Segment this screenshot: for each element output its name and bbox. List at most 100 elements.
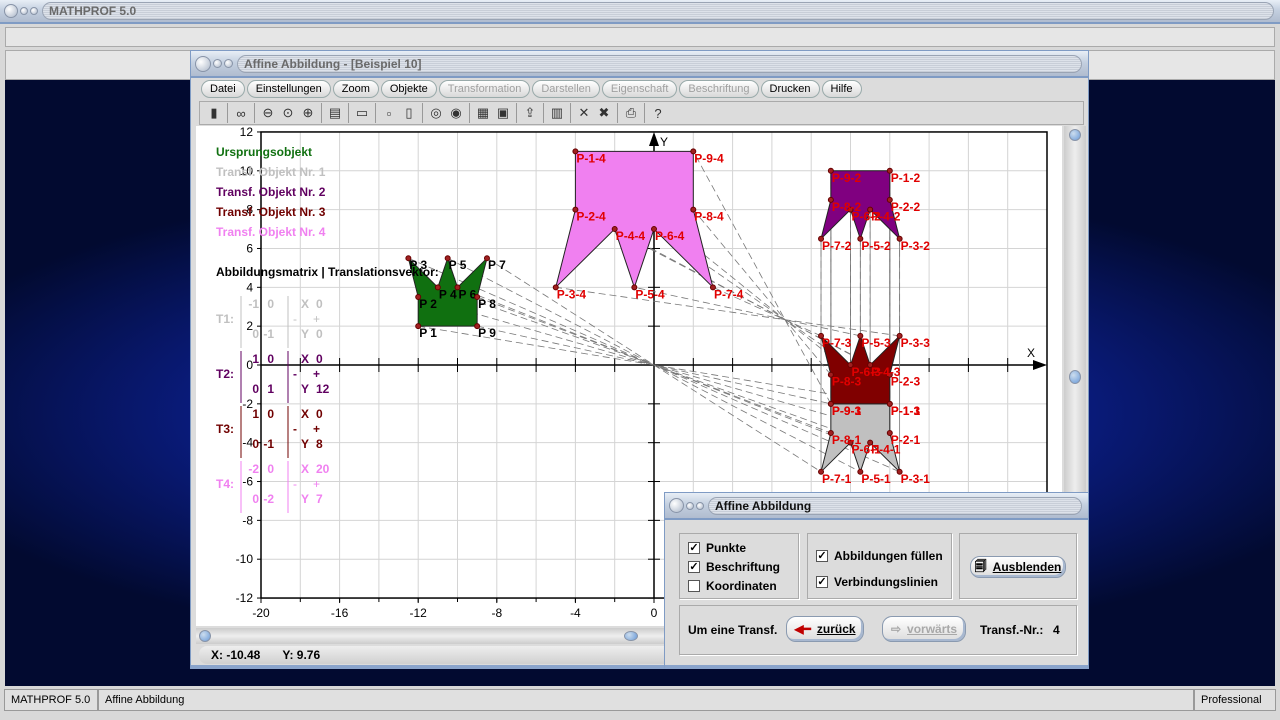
print-icon[interactable]: ⎙: [621, 103, 641, 123]
toolbar-separator: [469, 103, 470, 123]
point-label: P-7-3: [822, 336, 852, 350]
hide-button[interactable]: 🗐 Ausblenden: [970, 556, 1066, 578]
checkbox-box[interactable]: ✓: [688, 560, 700, 573]
point-label: P-5-4: [635, 287, 665, 301]
point-label: P-8-2: [832, 200, 862, 214]
matrix-entry: 0: [267, 297, 274, 311]
plus-sign: +: [313, 477, 320, 491]
vector-label: X: [301, 462, 309, 476]
plus-sign: +: [313, 422, 320, 436]
point-icon[interactable]: ▫: [379, 103, 399, 123]
x-tick-label: 0: [651, 606, 658, 620]
checkbox-box[interactable]: ✓: [688, 541, 700, 554]
x-tick-label: -8: [491, 606, 502, 620]
vector-entry: 0: [316, 407, 323, 421]
checkbox-koordinaten[interactable]: Koordinaten: [688, 576, 798, 595]
vector-label: Y: [301, 327, 309, 341]
forward-button[interactable]: ⇨ vorwärts: [882, 616, 966, 642]
hide-group: 🗐 Ausblenden: [959, 533, 1077, 599]
checkbox-beschriftung[interactable]: ✓ Beschriftung: [688, 557, 798, 576]
legend-entry: Transf. Objekt Nr. 4: [216, 225, 326, 239]
menu-drucken[interactable]: Drucken: [760, 80, 820, 98]
minus-sign: -: [293, 312, 297, 326]
status-bar: MATHPROF 5.0 Affine Abbildung Profession…: [0, 688, 1280, 714]
transf-nr-value: 4: [1053, 623, 1060, 637]
point-label: P-2-4: [576, 210, 606, 224]
point-label: P-8-1: [832, 433, 862, 447]
checkbox-abbildungen-füllen[interactable]: ✓ Abbildungen füllen: [816, 543, 951, 569]
checkbox-box[interactable]: ✓: [816, 576, 828, 588]
horizontal-scroll-thumb[interactable]: [624, 631, 638, 641]
delete-all-icon[interactable]: ✖: [594, 103, 614, 123]
menu-zoom[interactable]: Zoom: [332, 80, 379, 98]
checkbox-label: Koordinaten: [706, 578, 777, 593]
layout-icon[interactable]: ▭: [352, 103, 372, 123]
points-icon[interactable]: ▯: [399, 103, 419, 123]
copy-image-icon[interactable]: ▣: [493, 103, 513, 123]
arrow-left-icon: ◀━: [794, 622, 811, 636]
checkbox-box[interactable]: ✓: [816, 550, 828, 562]
menu-hilfe[interactable]: Hilfe: [821, 80, 862, 98]
menu-darstellen[interactable]: Darstellen: [532, 80, 600, 98]
toolbar: ▮ ∞ ⊖ ⊙ ⊕ ▤ ▭ ▫ ▯ ◎ ◉ ▦ ▣ ⇪ ▥ ✕ ✖ ⎙?: [199, 101, 1084, 125]
legend-entry: Ursprungsobjekt: [216, 145, 312, 159]
matrix-entry: 1: [252, 352, 259, 366]
menu-eigenschaft[interactable]: Eigenschaft: [601, 80, 678, 98]
zoom-in-icon[interactable]: ⊕: [298, 103, 318, 123]
app-bar-1: [5, 27, 1275, 47]
y-axis-label: Y: [660, 135, 668, 149]
point-label: P 5: [449, 258, 467, 272]
x-axis-arrow: [1033, 360, 1047, 370]
transformation-label: T1:: [216, 312, 234, 326]
point-label: P-9-4: [694, 151, 724, 165]
y-tick-label: -10: [236, 552, 254, 566]
matrix-entry: 0: [252, 327, 259, 341]
menu-transformation[interactable]: Transformation: [438, 80, 531, 98]
pages-icon[interactable]: ▥: [547, 103, 567, 123]
properties-icon[interactable]: ▤: [325, 103, 345, 123]
glasses-icon[interactable]: ∞: [231, 103, 251, 123]
vector-entry: 0: [316, 352, 323, 366]
x-tick-label: -20: [252, 606, 270, 620]
zoom-reset-icon[interactable]: ⊙: [278, 103, 298, 123]
transformation-2: T2:1 00 1X 0Y 12- +: [216, 351, 330, 403]
transformation-label: T4:: [216, 477, 234, 491]
help-icon[interactable]: ?: [648, 103, 668, 123]
minus-sign: -: [293, 477, 297, 491]
menu-objekte[interactable]: Objekte: [380, 80, 437, 98]
matrix-entry: 0: [252, 492, 259, 506]
y-tick-label: -6: [242, 475, 253, 489]
window-icon[interactable]: ▮: [204, 103, 224, 123]
matrix-entry: -2: [248, 462, 259, 476]
export-icon[interactable]: ⇪: [520, 103, 540, 123]
x-tick-label: -16: [331, 606, 349, 620]
legend-entry: Transf. Objekt Nr. 3: [216, 205, 326, 219]
matrix-entry: -1: [263, 437, 274, 451]
point-label: P-9-2: [832, 171, 862, 185]
toolbar-separator: [375, 103, 376, 123]
dialog-title: Affine Abbildung: [708, 496, 1082, 515]
zoom-out-icon[interactable]: ⊖: [258, 103, 278, 123]
checkbox-verbindungslinien[interactable]: ✓ Verbindungslinien: [816, 569, 951, 595]
display-options-group: ✓ Punkte ✓ Beschriftung Koordinaten: [679, 533, 799, 599]
menu-datei[interactable]: Datei: [201, 80, 245, 98]
circle-1-icon[interactable]: ◎: [426, 103, 446, 123]
hide-icon: 🗐: [974, 558, 987, 573]
menu-einstellungen[interactable]: Einstellungen: [246, 80, 331, 98]
checkbox-box[interactable]: [688, 579, 700, 592]
menu-beschriftung[interactable]: Beschriftung: [679, 80, 759, 98]
back-button[interactable]: ◀━ zurück: [786, 616, 864, 642]
vertical-scroll-thumb[interactable]: [1069, 370, 1081, 384]
step-label: Um eine Transf.: [688, 623, 778, 637]
connection-line: [692, 151, 832, 405]
horizontal-scrollbar[interactable]: [196, 628, 664, 644]
circle-2-icon[interactable]: ◉: [446, 103, 466, 123]
table-icon[interactable]: ▦: [473, 103, 493, 123]
checkbox-punkte[interactable]: ✓ Punkte: [688, 538, 798, 557]
y-tick-label: 4: [246, 280, 253, 294]
toolbar-separator: [321, 103, 322, 123]
vector-entry: 20: [316, 462, 330, 476]
toolbar-separator: [516, 103, 517, 123]
delete-icon[interactable]: ✕: [574, 103, 594, 123]
point-label: P 4: [439, 287, 457, 301]
